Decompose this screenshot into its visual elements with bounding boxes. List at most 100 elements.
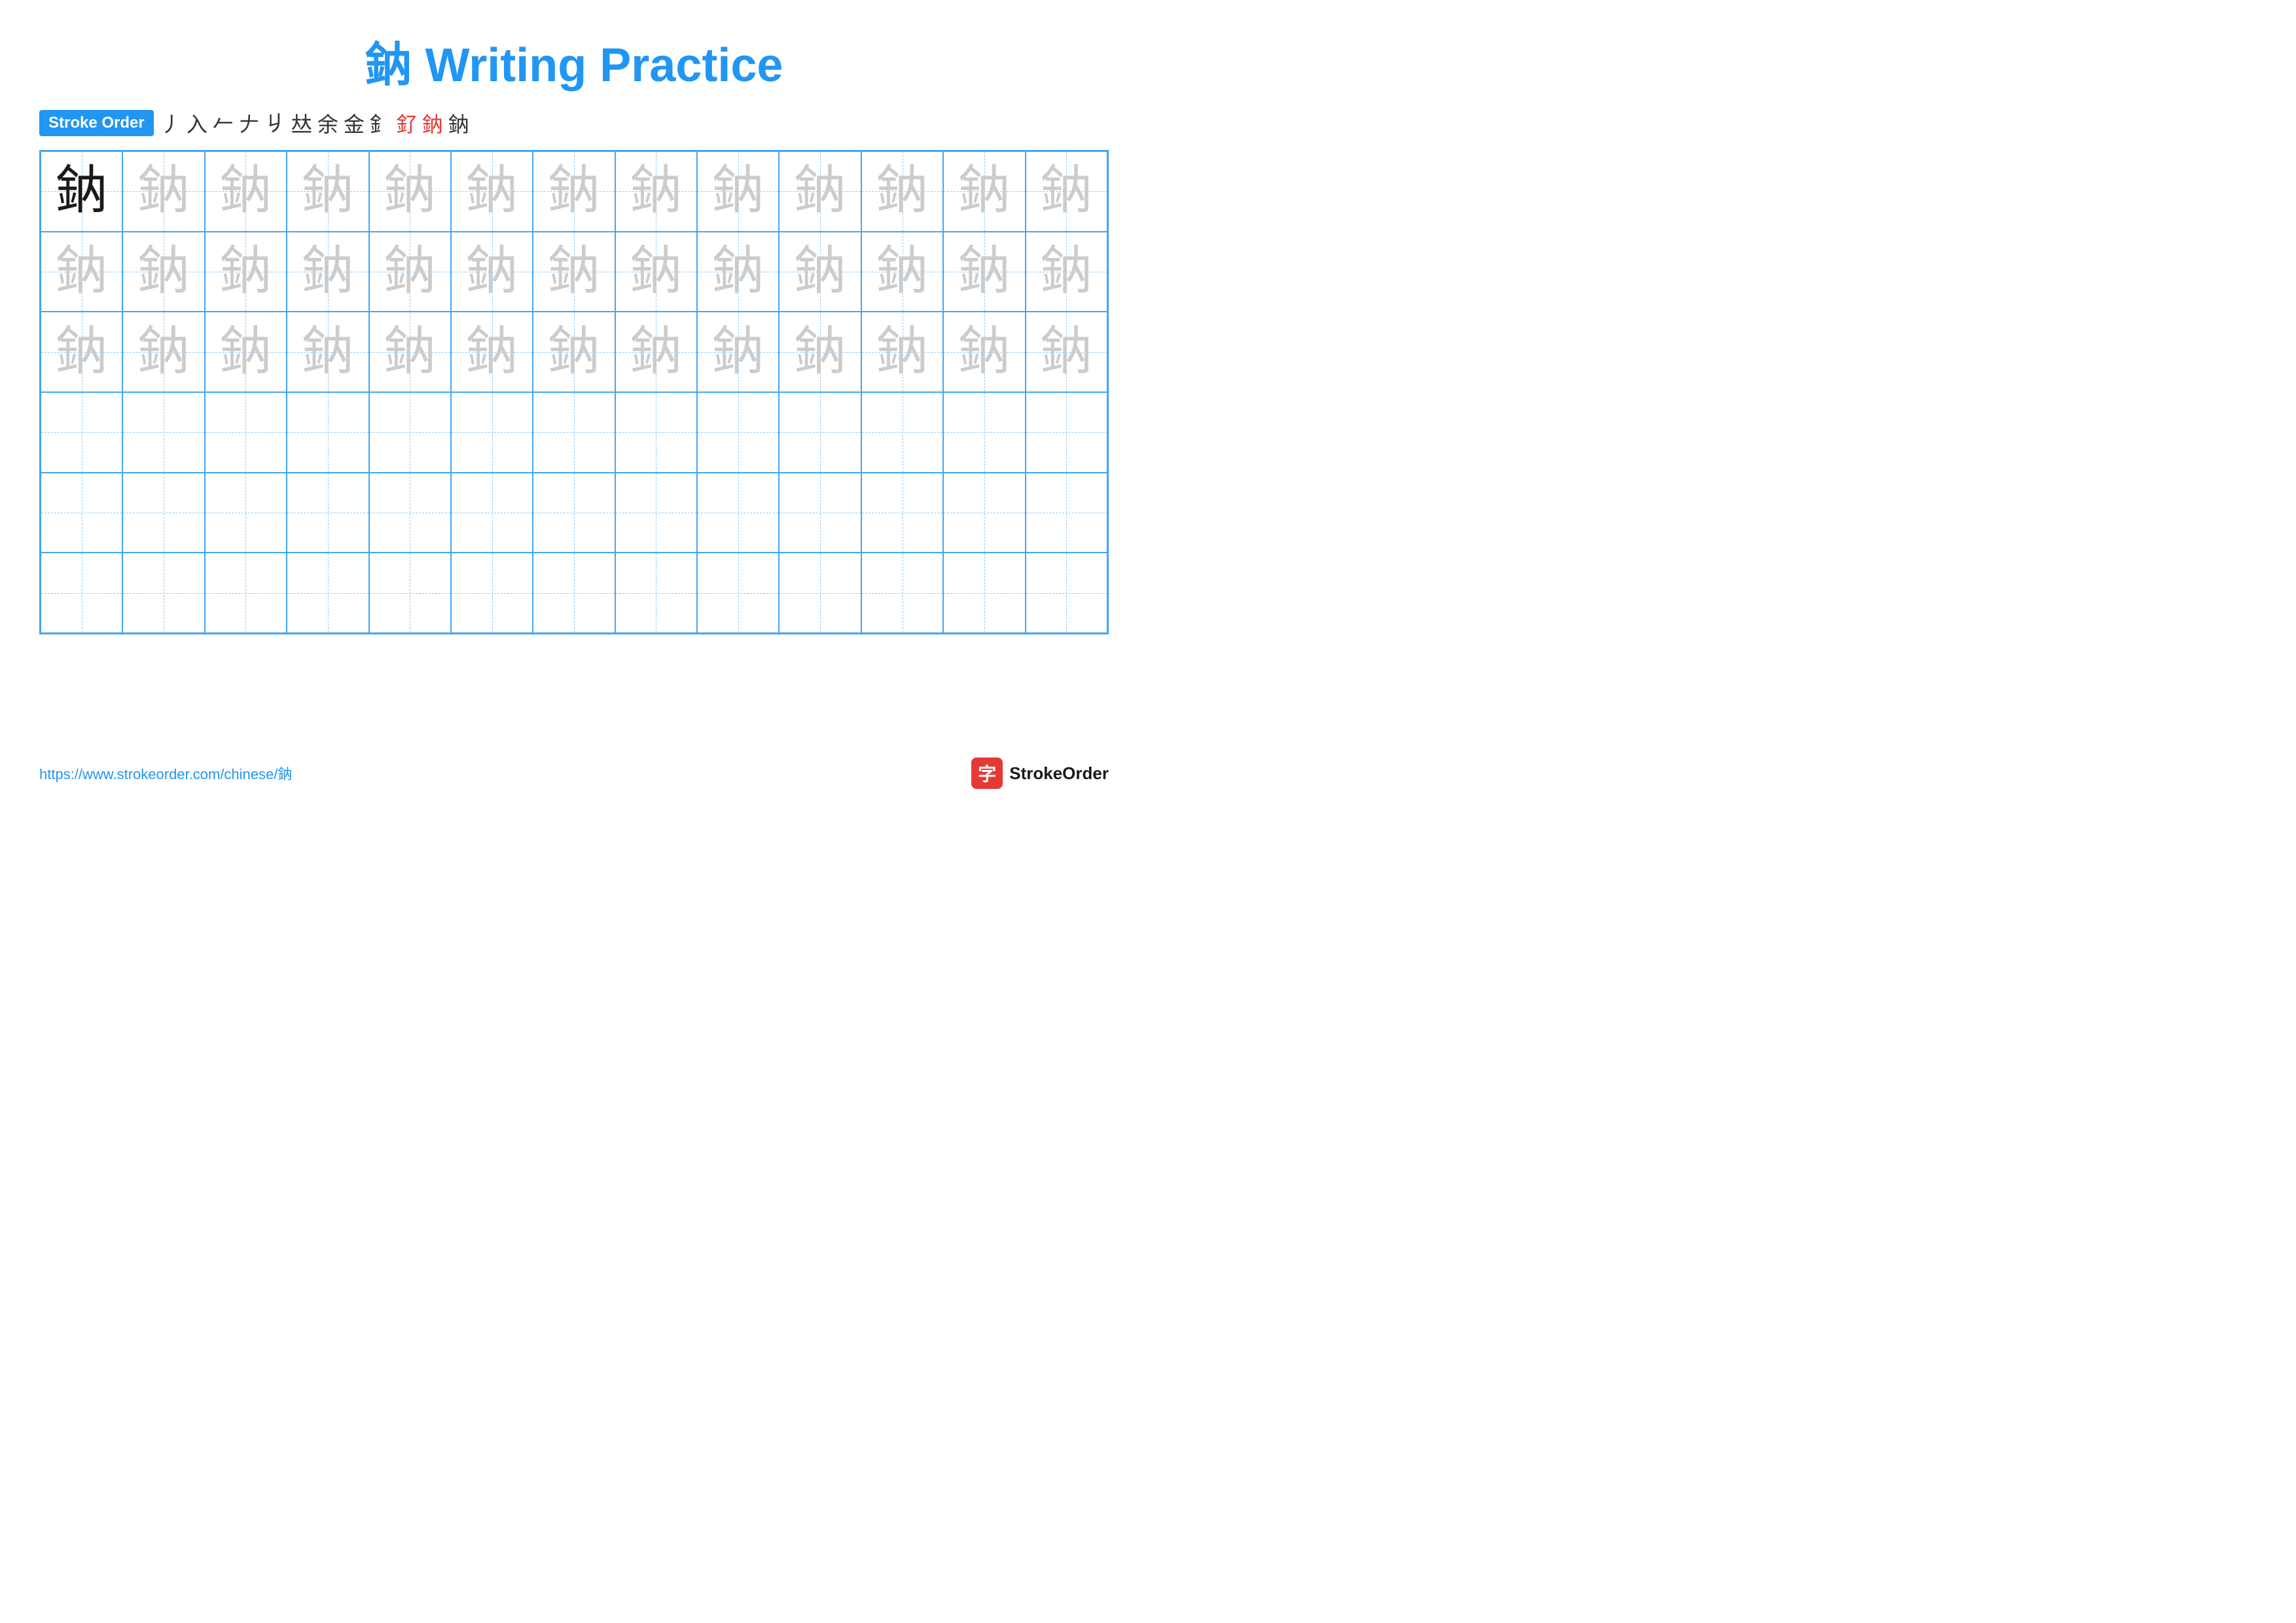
grid-cell: 鈉 <box>1026 232 1107 312</box>
practice-char-guide: 鈉 <box>1040 165 1092 217</box>
grid-cell: 鈉 <box>205 151 287 232</box>
practice-char-guide: 鈉 <box>712 246 764 298</box>
grid-cell <box>697 553 779 633</box>
grid-cell: 鈉 <box>779 312 861 392</box>
grid-cell: 鈉 <box>615 151 697 232</box>
grid-cell: 鈉 <box>533 151 615 232</box>
grid-cell <box>533 392 615 473</box>
practice-grid: 鈉鈉鈉鈉鈉鈉鈉鈉鈉鈉鈉鈉鈉鈉鈉鈉鈉鈉鈉鈉鈉鈉鈉鈉鈉鈉鈉鈉鈉鈉鈉鈉鈉鈉鈉鈉鈉鈉鈉 <box>39 150 1109 634</box>
grid-cell: 鈉 <box>122 312 204 392</box>
practice-char-guide: 鈉 <box>384 165 436 217</box>
practice-char-guide: 鈉 <box>630 165 682 217</box>
grid-cell: 鈉 <box>205 312 287 392</box>
grid-cell: 鈉 <box>1026 312 1107 392</box>
grid-cell <box>451 553 533 633</box>
grid-cell <box>697 473 779 553</box>
grid-cell <box>369 553 451 633</box>
practice-char-guide: 鈉 <box>712 326 764 378</box>
grid-cell <box>615 473 697 553</box>
page: 鈉 Writing Practice Stroke Order 丿 入 𠂉 𠂇 … <box>0 0 1148 812</box>
grid-cell: 鈉 <box>287 312 368 392</box>
grid-cell: 鈉 <box>369 232 451 312</box>
stroke-step-7: 余 <box>317 108 338 138</box>
grid-cell <box>287 473 368 553</box>
grid-cell: 鈉 <box>369 312 451 392</box>
grid-cell: 鈉 <box>697 151 779 232</box>
grid-cell <box>779 392 861 473</box>
stroke-step-10: 釕 <box>396 108 417 138</box>
grid-cell <box>533 553 615 633</box>
practice-char-guide: 鈉 <box>958 165 1011 217</box>
practice-char-guide: 鈉 <box>548 246 600 298</box>
practice-char-guide: 鈉 <box>1040 246 1092 298</box>
grid-cell <box>1026 473 1107 553</box>
grid-cell <box>205 392 287 473</box>
practice-char-guide: 鈉 <box>876 246 929 298</box>
grid-cell: 鈉 <box>1026 151 1107 232</box>
practice-char-guide: 鈉 <box>466 165 518 217</box>
grid-cell: 鈉 <box>943 151 1025 232</box>
grid-cell <box>779 473 861 553</box>
practice-char-guide: 鈉 <box>137 165 190 217</box>
footer-url: https://www.strokeorder.com/chinese/鈉 <box>39 763 292 784</box>
stroke-step-2: 入 <box>187 108 207 138</box>
practice-char-guide: 鈉 <box>219 165 272 217</box>
grid-cell <box>1026 392 1107 473</box>
stroke-step-4: 𠂇 <box>239 108 260 138</box>
grid-cell <box>287 392 368 473</box>
stroke-step-9: 釒 <box>370 108 391 138</box>
grid-cell: 鈉 <box>41 151 122 232</box>
brand-icon-char: 字 <box>978 760 996 786</box>
grid-cell <box>205 473 287 553</box>
grid-cell: 鈉 <box>369 151 451 232</box>
practice-char-guide: 鈉 <box>876 165 929 217</box>
grid-cell <box>943 392 1025 473</box>
grid-cell: 鈉 <box>122 151 204 232</box>
grid-cell <box>369 473 451 553</box>
grid-cell <box>861 473 943 553</box>
grid-cell <box>779 553 861 633</box>
grid-cell: 鈉 <box>451 312 533 392</box>
practice-char-guide: 鈉 <box>548 165 600 217</box>
grid-cell: 鈉 <box>205 232 287 312</box>
grid-cell <box>122 392 204 473</box>
practice-char-guide: 鈉 <box>712 165 764 217</box>
footer: https://www.strokeorder.com/chinese/鈉 字 … <box>39 757 1109 789</box>
grid-cell <box>287 553 368 633</box>
grid-cell <box>369 392 451 473</box>
grid-cell: 鈉 <box>533 312 615 392</box>
grid-cell: 鈉 <box>779 151 861 232</box>
grid-cell: 鈉 <box>451 151 533 232</box>
grid-cell <box>41 392 122 473</box>
grid-cell <box>451 473 533 553</box>
brand-name: StrokeOrder <box>1009 763 1109 784</box>
grid-cell: 鈉 <box>697 312 779 392</box>
practice-char-guide: 鈉 <box>219 246 272 298</box>
grid-cell: 鈉 <box>615 232 697 312</box>
practice-char-guide: 鈉 <box>548 326 600 378</box>
practice-char-guide: 鈉 <box>794 165 846 217</box>
stroke-order-badge: Stroke Order <box>39 110 154 136</box>
grid-cell: 鈉 <box>861 151 943 232</box>
practice-char-guide: 鈉 <box>384 326 436 378</box>
stroke-step-5: 𠂈 <box>265 111 286 136</box>
practice-char-guide: 鈉 <box>302 246 354 298</box>
practice-char-guide: 鈉 <box>794 246 846 298</box>
stroke-steps: 丿 入 𠂉 𠂇 𠂈 𠀤 余 金 釒 釕 鈉 鈉 <box>160 108 469 138</box>
stroke-step-8: 金 <box>344 108 365 138</box>
practice-char-guide: 鈉 <box>302 165 354 217</box>
grid-cell: 鈉 <box>287 232 368 312</box>
practice-char-guide: 鈉 <box>56 246 108 298</box>
practice-char-guide: 鈉 <box>630 326 682 378</box>
grid-cell: 鈉 <box>451 232 533 312</box>
grid-cell <box>943 473 1025 553</box>
practice-char-guide: 鈉 <box>958 246 1011 298</box>
grid-cell: 鈉 <box>41 232 122 312</box>
grid-cell: 鈉 <box>943 232 1025 312</box>
practice-char-guide: 鈉 <box>384 246 436 298</box>
title-character: 鈉 <box>365 39 412 92</box>
stroke-step-12: 鈉 <box>448 108 469 138</box>
page-title: 鈉 Writing Practice <box>39 26 1109 95</box>
grid-cell: 鈉 <box>779 232 861 312</box>
grid-cell: 鈉 <box>861 312 943 392</box>
